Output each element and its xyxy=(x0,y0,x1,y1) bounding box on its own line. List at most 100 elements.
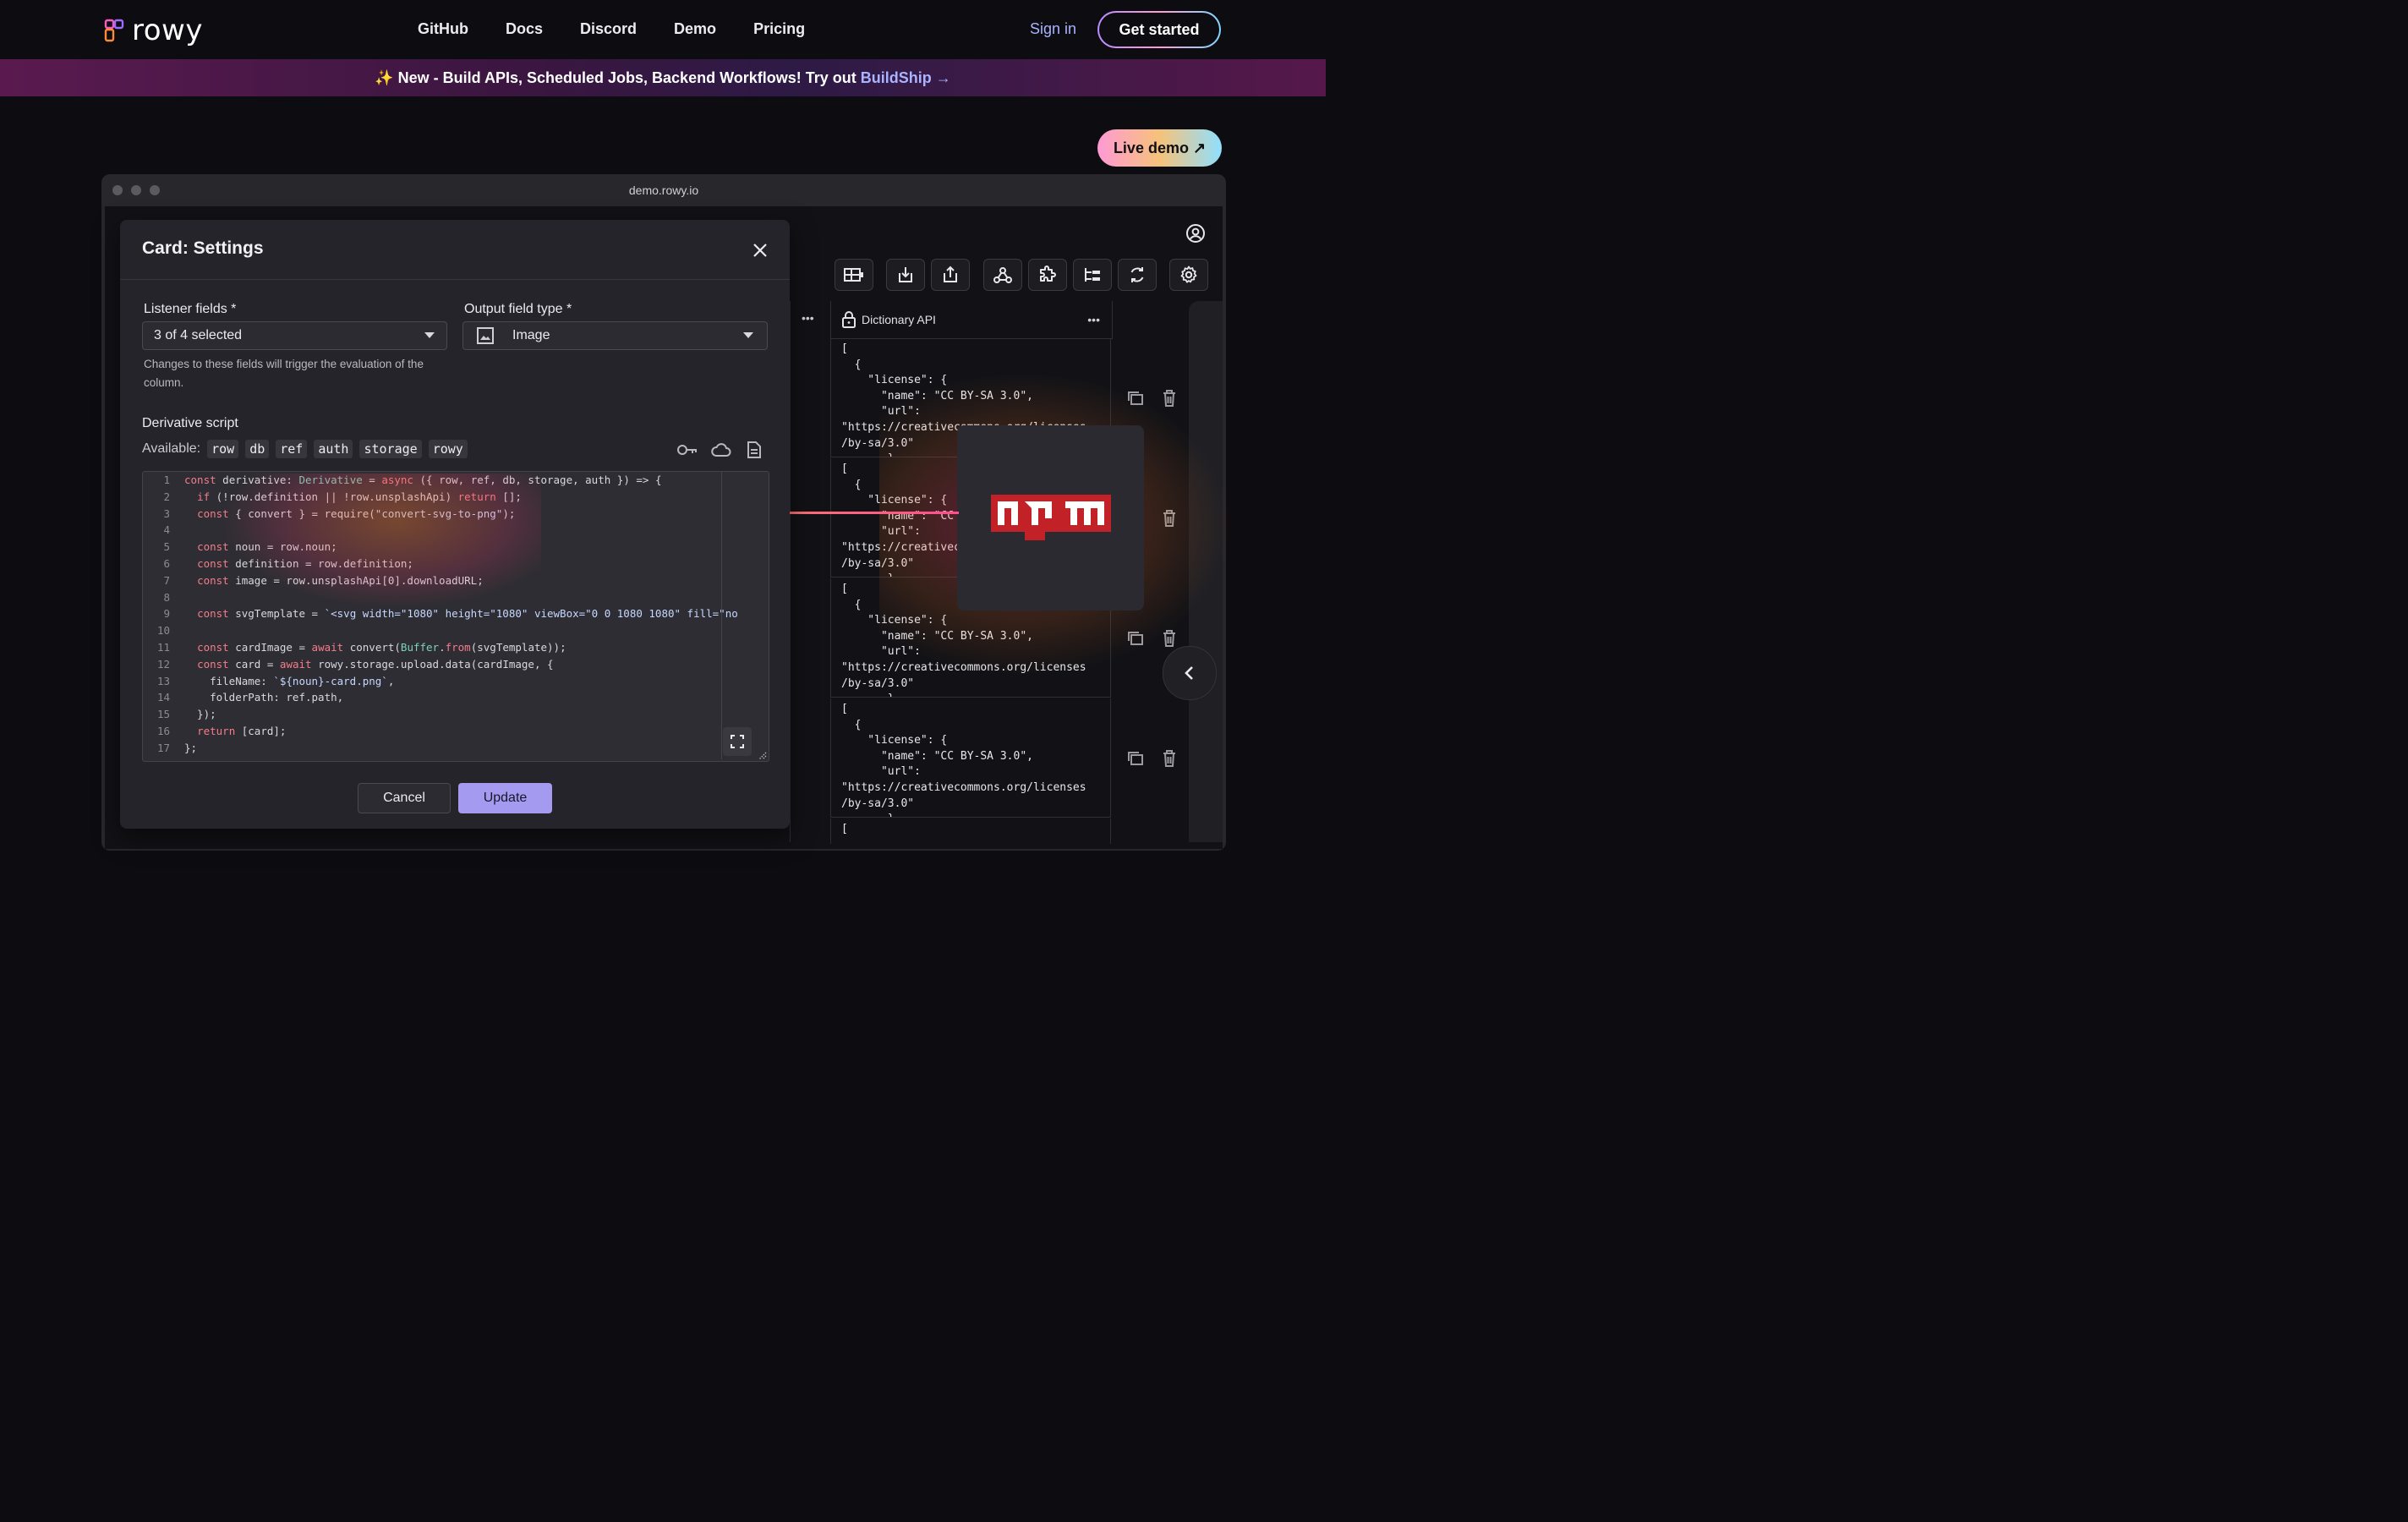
column-view-button[interactable] xyxy=(835,259,873,291)
nav-links: GitHub Docs Discord Demo Pricing xyxy=(418,20,805,38)
rowy-logo[interactable]: rowy xyxy=(103,14,203,47)
npm-logo-icon: npm xyxy=(990,494,1111,540)
webhooks-button[interactable] xyxy=(983,259,1022,291)
variable-chip-ref: ref xyxy=(276,440,308,458)
code-line: const cardImage = await convert(Buffer.f… xyxy=(197,641,566,654)
derivative-script-label: Derivative script xyxy=(142,416,238,430)
line-number: 15 xyxy=(156,708,170,721)
cancel-button[interactable]: Cancel xyxy=(358,783,451,813)
code-line: return [card]; xyxy=(197,725,287,737)
nav-link-docs[interactable]: Docs xyxy=(506,20,543,38)
chevron-down-icon xyxy=(424,332,435,338)
table-cell[interactable]: [ xyxy=(830,818,1111,844)
logo-text: rowy xyxy=(132,14,203,47)
npm-package-card: npm xyxy=(957,425,1144,610)
key-icon xyxy=(677,445,697,455)
table-settings-button[interactable] xyxy=(1169,259,1208,291)
collapse-panel-button[interactable] xyxy=(1163,646,1217,700)
cloud-logs-button[interactable] xyxy=(1073,259,1112,291)
refresh-icon xyxy=(1130,267,1144,282)
nav-link-discord[interactable]: Discord xyxy=(580,20,637,38)
table-column-left xyxy=(790,301,831,842)
line-number: 10 xyxy=(156,624,170,638)
gear-icon xyxy=(1180,266,1197,283)
line-number: 8 xyxy=(163,590,170,604)
import-icon xyxy=(899,267,912,282)
import-button[interactable] xyxy=(886,259,925,291)
variable-chip-rowy: rowy xyxy=(428,440,468,458)
image-icon xyxy=(477,327,494,344)
table-columns-icon xyxy=(844,268,863,282)
editor-minimap-divider xyxy=(721,472,722,759)
column-header-dictionary-api[interactable]: Dictionary API ••• xyxy=(830,301,1113,339)
table-cell[interactable]: [ { "license": { "name": "CC BY-SA 3.0",… xyxy=(830,698,1111,818)
code-line: folderPath: ref.path, xyxy=(184,691,344,704)
code-line: const svgTemplate = `<svg width="1080" h… xyxy=(197,607,738,621)
get-started-button[interactable]: Get started xyxy=(1097,11,1221,48)
sign-in-link[interactable]: Sign in xyxy=(1030,20,1076,38)
puzzle-icon xyxy=(1040,266,1056,282)
get-started-label: Get started xyxy=(1099,13,1219,47)
update-button[interactable]: Update xyxy=(458,783,552,813)
available-label: Available: xyxy=(142,441,201,456)
line-number: 4 xyxy=(163,523,170,537)
dialog-divider xyxy=(120,279,790,280)
dialog-close-button[interactable] xyxy=(749,239,771,266)
nav-link-github[interactable]: GitHub xyxy=(418,20,468,38)
duplicate-row-icon[interactable] xyxy=(1126,749,1145,772)
variable-chip-storage: storage xyxy=(359,440,422,458)
live-demo-button[interactable]: Live demo ↗ xyxy=(1097,129,1222,167)
left-column-menu[interactable]: ••• xyxy=(802,311,814,325)
chevron-left-icon xyxy=(1185,666,1193,680)
document-icon xyxy=(747,441,761,458)
cloud-icon xyxy=(711,443,731,457)
code-highlight-glow xyxy=(220,474,541,609)
webhook-icon xyxy=(993,267,1012,283)
available-variables: Available: row db ref auth storage rowy xyxy=(142,440,468,458)
code-line: fileName: `${noun}-card.png`, xyxy=(184,674,395,687)
secrets-key-button[interactable] xyxy=(676,441,698,463)
variable-chip-auth: auth xyxy=(314,440,353,458)
line-number: 11 xyxy=(156,641,170,654)
account-icon[interactable] xyxy=(1185,223,1206,248)
lock-icon xyxy=(842,311,856,328)
line-number: 9 xyxy=(163,607,170,621)
rowy-logo-icon xyxy=(104,19,124,42)
code-line: const card = await rowy.storage.upload.d… xyxy=(197,657,554,671)
browser-titlebar: demo.rowy.io xyxy=(101,174,1226,206)
announcement-banner: ✨ New - Build APIs, Scheduled Jobs, Back… xyxy=(0,59,1326,96)
listener-helper-text: Changes to these fields will trigger the… xyxy=(144,358,424,389)
line-number: 5 xyxy=(163,540,170,554)
column-title: Dictionary API xyxy=(862,313,936,326)
export-icon xyxy=(944,266,957,282)
output-field-type-label: Output field type * xyxy=(464,302,572,316)
output-field-type-select[interactable]: Image xyxy=(462,321,768,350)
extensions-button[interactable] xyxy=(1028,259,1067,291)
delete-row-icon[interactable] xyxy=(1161,749,1178,772)
listener-fields-value: 3 of 4 selected xyxy=(154,328,243,342)
code-line: }; xyxy=(184,741,198,754)
buildship-link[interactable]: BuildShip → xyxy=(861,69,951,87)
code-line: }); xyxy=(184,708,216,721)
browser-url: demo.rowy.io xyxy=(628,183,699,197)
chevron-down-icon xyxy=(743,332,753,338)
banner-text: ✨ New - Build APIs, Scheduled Jobs, Back… xyxy=(375,68,856,86)
editor-fullscreen-button[interactable] xyxy=(723,727,752,756)
cloud-functions-button[interactable] xyxy=(710,441,732,463)
line-number: 16 xyxy=(156,725,170,737)
export-button[interactable] xyxy=(931,259,970,291)
dialog-title: Card: Settings xyxy=(142,238,264,258)
listener-fields-label: Listener fields * xyxy=(144,302,237,316)
line-number: 17 xyxy=(156,741,170,754)
listener-fields-select[interactable]: 3 of 4 selected xyxy=(142,321,447,350)
line-number: 7 xyxy=(163,573,170,587)
nav-link-pricing[interactable]: Pricing xyxy=(753,20,805,38)
refresh-button[interactable] xyxy=(1118,259,1157,291)
line-number: 14 xyxy=(156,691,170,704)
resize-handle-icon[interactable] xyxy=(757,749,767,761)
docs-button[interactable] xyxy=(746,441,763,463)
hierarchy-icon xyxy=(1085,268,1100,282)
column-menu-button[interactable]: ••• xyxy=(1087,313,1100,326)
nav-link-demo[interactable]: Demo xyxy=(674,20,716,38)
variable-chip-row: row xyxy=(207,440,239,458)
